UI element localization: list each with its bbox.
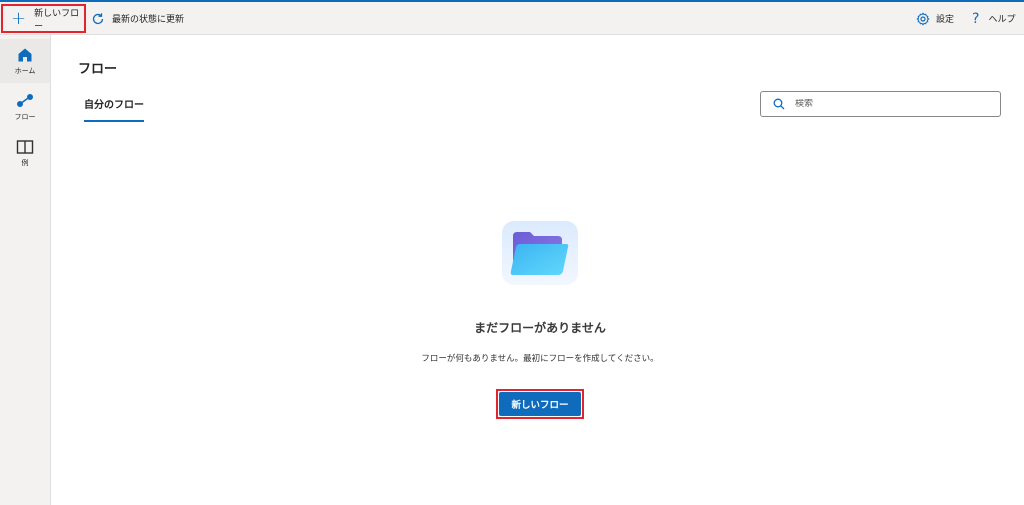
settings-label: 設定 [936, 15, 955, 25]
refresh-icon [92, 12, 104, 24]
empty-state-title: まだフローがありません [474, 321, 606, 335]
empty-state-description: フローが何もありません。最初にフローを作成してください。 [421, 354, 659, 364]
help-label: ヘルプ [988, 15, 1016, 25]
tab-my-flows[interactable]: 自分のフロー [84, 96, 144, 122]
help-button[interactable]: ? ヘルプ [972, 4, 1015, 33]
new-flow-label: 新しいフロー [34, 8, 80, 32]
search-input[interactable] [795, 99, 975, 109]
nav-item-examples[interactable]: 例 [0, 131, 50, 175]
page-title: フロー [78, 62, 118, 77]
nav-label-examples: 例 [21, 158, 29, 167]
gear-icon [916, 11, 930, 26]
create-flow-button[interactable]: 新しいフロー [499, 392, 581, 416]
question-icon: ? [972, 10, 980, 27]
search-box [760, 91, 1001, 117]
folder-illustration [500, 219, 582, 287]
flow-icon [17, 93, 33, 107]
nav-item-flow[interactable]: フロー [0, 85, 50, 129]
home-icon [18, 48, 32, 61]
plus-icon: + [11, 7, 27, 29]
refresh-label: 最新の状態に更新 [112, 15, 185, 25]
nav-label-home: ホーム [14, 66, 36, 75]
new-flow-button[interactable]: + 新しいフロー [1, 4, 86, 33]
nav-item-home[interactable]: ホーム [0, 39, 50, 83]
settings-button[interactable]: 設定 [916, 4, 954, 33]
nav-label-flow: フロー [14, 112, 36, 121]
refresh-button[interactable]: 最新の状態に更新 [89, 4, 184, 33]
book-icon [16, 139, 34, 154]
left-nav: ホーム フロー 例 [0, 35, 51, 505]
folder-icon [502, 221, 578, 285]
search-icon [773, 98, 785, 110]
command-bar: + 新しいフロー 最新の状態に更新 設定 ? ヘルプ [0, 2, 1024, 35]
